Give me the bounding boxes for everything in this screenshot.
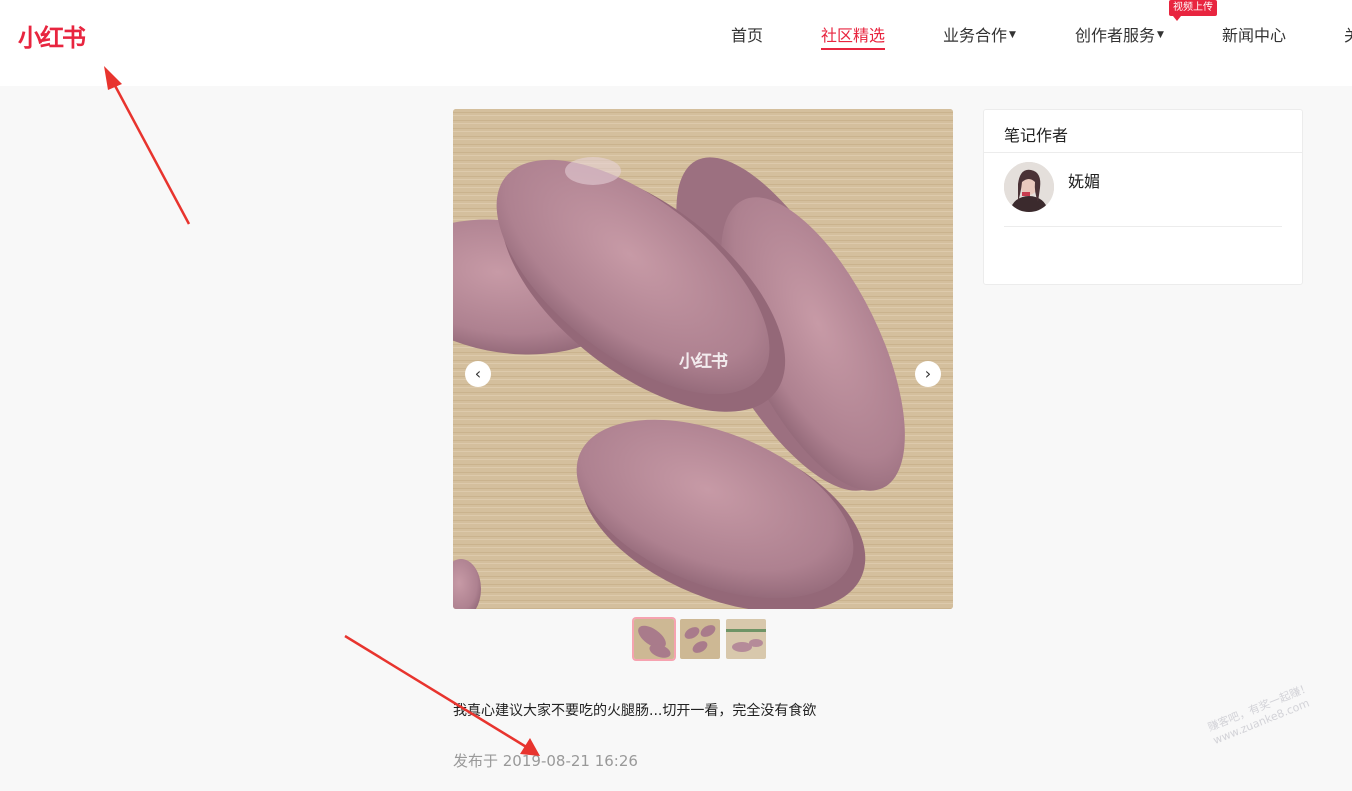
nav-creator-services[interactable]: 创作者服务 ▼ [1075,22,1164,46]
thumbnail-3-image [726,619,766,659]
author-card-title: 笔记作者 [1004,126,1069,145]
nav-about-label: 关 [1344,26,1352,45]
note-description: 我真心建议大家不要吃的火腿肠...切开一看，完全没有食欲 [453,703,817,719]
annotation-arrow-logo [104,66,191,225]
divider [1004,226,1282,227]
nav-news-center-label: 新闻中心 [1222,26,1287,45]
nav-business[interactable]: 业务合作 ▼ [943,22,1016,46]
author-name[interactable]: 妩媚 [1068,168,1100,192]
nav-community-picks-label: 社区精选 [821,26,886,45]
author-avatar[interactable] [1004,162,1054,212]
top-header: 小红书 首页 社区精选 业务合作▼ 创作者服务▼ 新闻中心 关 视频上传 [0,0,1352,86]
annotation-arrow-date [344,634,540,756]
nav-news-center[interactable]: 新闻中心 [1222,22,1286,46]
image-watermark: 小红书 [679,352,728,372]
divider [984,152,1302,153]
dropdown-caret-icon: ▼ [1009,30,1016,40]
site-watermark: 赚客吧，有奖一起赚！ www.zuanke8.com [1206,681,1318,748]
thumbnail-1-image [634,619,674,659]
nav-community-picks[interactable]: 社区精选 [821,22,886,50]
video-upload-badge[interactable]: 视频上传 [1169,0,1217,21]
nav-home-label: 首页 [731,26,764,45]
thumbnail-2-image [680,619,720,659]
nav-home[interactable]: 首页 [731,22,763,46]
thumbnail-3[interactable] [726,619,766,659]
nav-business-label: 业务合作 [943,26,1008,45]
next-image-button[interactable]: › [915,361,941,387]
chevron-right-icon: › [924,364,932,383]
dropdown-caret-icon: ▼ [1157,30,1164,40]
author-card: 笔记作者 妩媚 [983,109,1303,285]
thumbnail-2[interactable] [680,619,720,659]
note-main-image: 小红书 ‹ › [453,109,953,609]
chevron-left-icon: ‹ [474,364,482,383]
thumbnail-strip [634,619,766,659]
prev-image-button[interactable]: ‹ [465,361,491,387]
avatar-image [1004,162,1054,212]
publish-date: 发布于 2019-08-21 16:26 [453,752,638,770]
nav-about[interactable]: 关 [1344,22,1352,46]
xiaohongshu-logo[interactable]: 小红书 [18,18,86,53]
nav-creator-services-label: 创作者服务 [1075,26,1156,45]
thumbnail-1[interactable] [634,619,674,659]
